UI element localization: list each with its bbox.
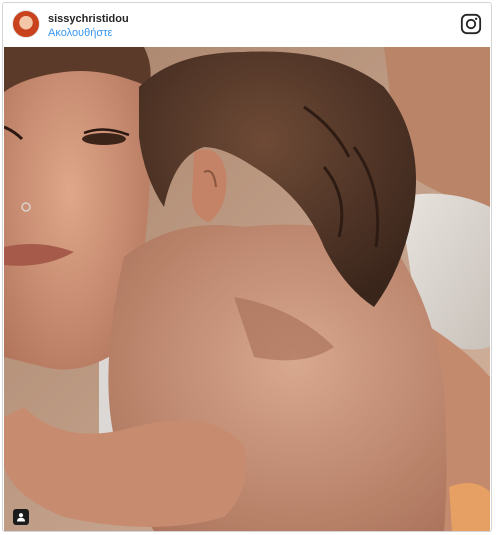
instagram-embed-card: sissychristidou Ακολουθήστε [2, 2, 492, 532]
instagram-icon[interactable] [460, 13, 482, 35]
post-header: sissychristidou Ακολουθήστε [3, 3, 491, 47]
follow-link[interactable]: Ακολουθήστε [48, 27, 112, 39]
photo-image [4, 47, 490, 531]
user-tag-icon[interactable] [13, 509, 29, 525]
avatar[interactable] [12, 10, 40, 38]
post-photo[interactable] [4, 47, 490, 531]
username[interactable]: sissychristidou [48, 13, 129, 25]
